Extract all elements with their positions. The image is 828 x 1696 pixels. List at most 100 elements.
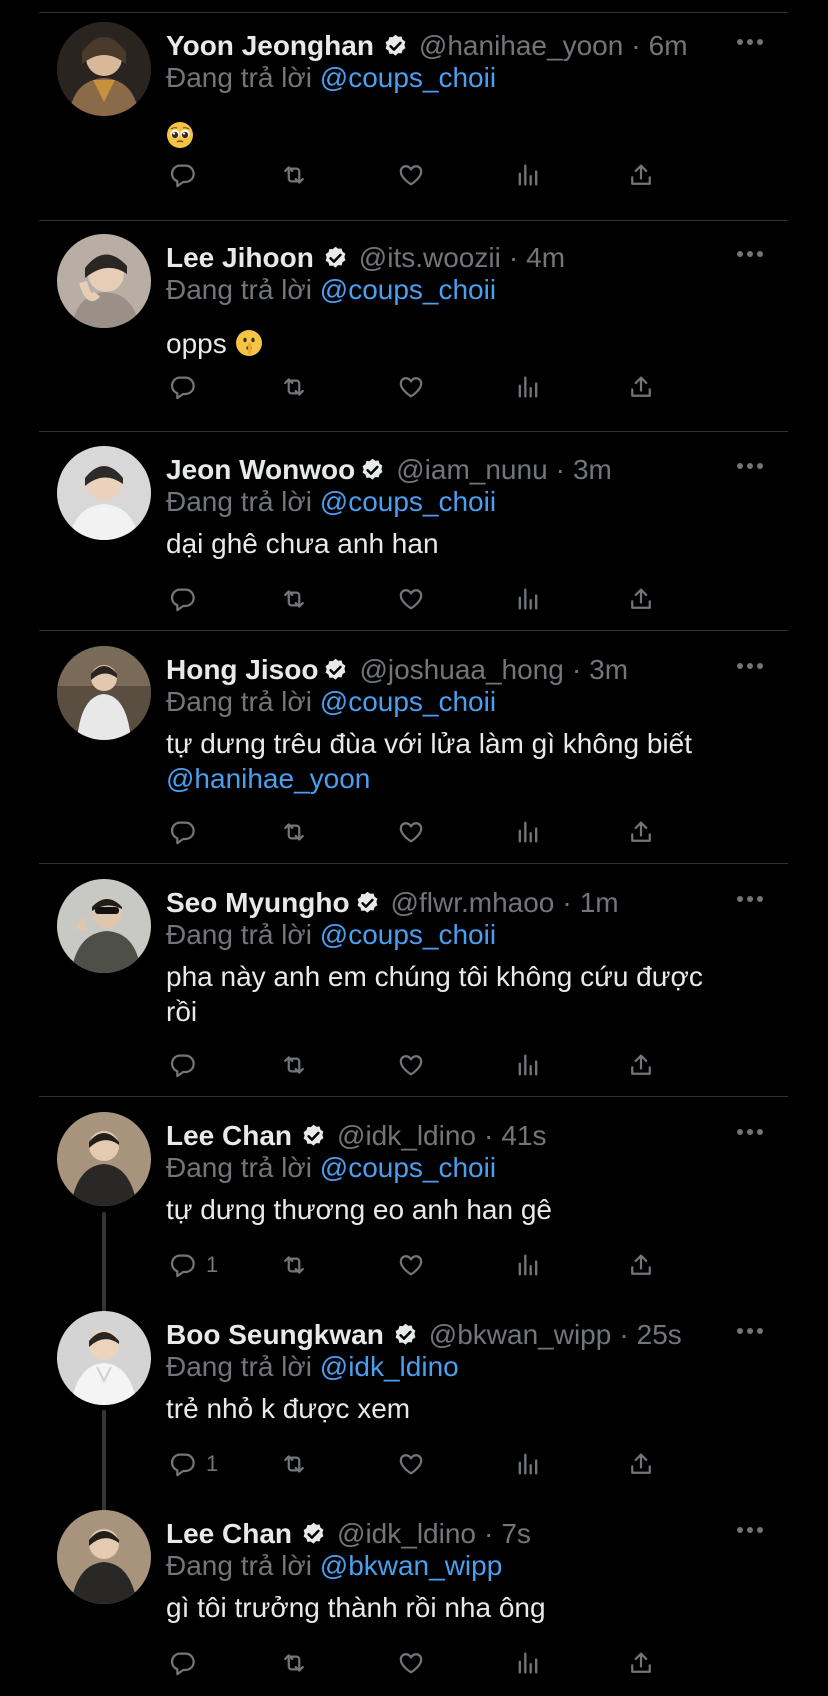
more-horizontal-icon[interactable] bbox=[736, 250, 764, 258]
replying-to-label: Đang trả lời bbox=[166, 274, 312, 305]
avatar[interactable] bbox=[57, 646, 151, 740]
user-handle[interactable]: @hanihae_yoon bbox=[419, 30, 623, 62]
share-button[interactable] bbox=[627, 1647, 655, 1679]
display-name[interactable]: Lee Chan bbox=[166, 1518, 292, 1550]
share-button[interactable] bbox=[627, 371, 655, 403]
retweet-button[interactable] bbox=[280, 816, 308, 848]
avatar[interactable] bbox=[57, 1510, 151, 1604]
more-horizontal-icon[interactable] bbox=[736, 895, 764, 903]
user-handle[interactable]: @bkwan_wipp bbox=[429, 1319, 612, 1351]
timestamp[interactable]: 6m bbox=[649, 30, 688, 62]
retweet-button[interactable] bbox=[280, 159, 308, 191]
retweet-button[interactable] bbox=[280, 1049, 308, 1081]
avatar[interactable] bbox=[57, 1311, 151, 1405]
replying-to-mention[interactable]: @coups_choii bbox=[320, 686, 496, 717]
retweet-button[interactable] bbox=[280, 371, 308, 403]
replying-to-label: Đang trả lời bbox=[166, 919, 312, 950]
display-name[interactable]: Jeon Wonwoo bbox=[166, 454, 355, 486]
avatar[interactable] bbox=[57, 1112, 151, 1206]
retweet-icon bbox=[284, 823, 304, 841]
views-button[interactable] bbox=[514, 1448, 542, 1480]
reply-button[interactable] bbox=[168, 1049, 196, 1081]
like-button[interactable] bbox=[397, 1249, 425, 1281]
timestamp[interactable]: 25s bbox=[637, 1319, 682, 1351]
thread-connector bbox=[102, 1212, 106, 1316]
like-button[interactable] bbox=[397, 371, 425, 403]
share-button[interactable] bbox=[627, 1249, 655, 1281]
replying-to-label: Đang trả lời bbox=[166, 1550, 312, 1581]
share-button[interactable] bbox=[627, 1448, 655, 1480]
display-name[interactable]: Boo Seungkwan bbox=[166, 1319, 384, 1351]
views-button[interactable] bbox=[514, 583, 542, 615]
views-button[interactable] bbox=[514, 1249, 542, 1281]
replying-to-mention[interactable]: @coups_choii bbox=[320, 274, 496, 305]
user-handle[interactable]: @idk_ldino bbox=[337, 1518, 476, 1550]
user-handle[interactable]: @iam_nunu bbox=[396, 454, 547, 486]
share-button[interactable] bbox=[627, 583, 655, 615]
display-name[interactable]: Seo Myungho bbox=[166, 887, 350, 919]
separator bbox=[39, 220, 788, 221]
like-button[interactable] bbox=[397, 816, 425, 848]
more-horizontal-icon[interactable] bbox=[736, 38, 764, 46]
display-name[interactable]: Lee Chan bbox=[166, 1120, 292, 1152]
reply-button[interactable]: 1 bbox=[168, 1448, 218, 1480]
share-button[interactable] bbox=[627, 1049, 655, 1081]
more-horizontal-icon[interactable] bbox=[736, 1128, 764, 1136]
like-button[interactable] bbox=[397, 1049, 425, 1081]
replying-to-label: Đang trả lời bbox=[166, 686, 312, 717]
like-button[interactable] bbox=[397, 159, 425, 191]
views-button[interactable] bbox=[514, 816, 542, 848]
like-button[interactable] bbox=[397, 1448, 425, 1480]
separator bbox=[39, 630, 788, 631]
display-name[interactable]: Yoon Jeonghan bbox=[166, 30, 374, 62]
timestamp[interactable]: 7s bbox=[501, 1518, 531, 1550]
share-button[interactable] bbox=[627, 159, 655, 191]
user-handle[interactable]: @idk_ldino bbox=[337, 1120, 476, 1152]
reply-button[interactable] bbox=[168, 159, 196, 191]
reply-button[interactable] bbox=[168, 1647, 196, 1679]
views-button[interactable] bbox=[514, 159, 542, 191]
reply-button[interactable] bbox=[168, 371, 196, 403]
views-button[interactable] bbox=[514, 371, 542, 403]
replying-to-mention[interactable]: @coups_choii bbox=[320, 486, 496, 517]
timestamp[interactable]: 4m bbox=[526, 242, 565, 274]
user-handle[interactable]: @flwr.mhaoo bbox=[391, 887, 555, 919]
reply-button[interactable] bbox=[168, 816, 196, 848]
views-button[interactable] bbox=[514, 1049, 542, 1081]
avatar[interactable] bbox=[57, 22, 151, 116]
retweet-button[interactable] bbox=[280, 1647, 308, 1679]
retweet-button[interactable] bbox=[280, 1249, 308, 1281]
like-button[interactable] bbox=[397, 1647, 425, 1679]
tweet-mention[interactable]: @hanihae_yoon bbox=[166, 763, 370, 794]
replying-to-mention[interactable]: @coups_choii bbox=[320, 62, 496, 93]
like-button[interactable] bbox=[397, 583, 425, 615]
reply-button[interactable] bbox=[168, 583, 196, 615]
reply-button[interactable]: 1 bbox=[168, 1249, 218, 1281]
separator bbox=[39, 863, 788, 864]
timestamp[interactable]: 1m bbox=[580, 887, 619, 919]
display-name[interactable]: Lee Jihoon bbox=[166, 242, 314, 274]
avatar[interactable] bbox=[57, 879, 151, 973]
timestamp[interactable]: 41s bbox=[501, 1120, 546, 1152]
display-name[interactable]: Hong Jisoo bbox=[166, 654, 318, 686]
replying-to-mention[interactable]: @bkwan_wipp bbox=[320, 1550, 503, 1581]
replying-to-mention[interactable]: @coups_choii bbox=[320, 919, 496, 950]
more-horizontal-icon[interactable] bbox=[736, 662, 764, 670]
views-button[interactable] bbox=[514, 1647, 542, 1679]
user-handle[interactable]: @its.woozii bbox=[359, 242, 501, 274]
more-horizontal-icon[interactable] bbox=[736, 1526, 764, 1534]
avatar[interactable] bbox=[57, 446, 151, 540]
user-handle[interactable]: @joshuaa_hong bbox=[359, 654, 563, 686]
replying-to-mention[interactable]: @idk_ldino bbox=[320, 1351, 459, 1382]
replying-to-mention[interactable]: @coups_choii bbox=[320, 1152, 496, 1183]
share-button[interactable] bbox=[627, 816, 655, 848]
timestamp[interactable]: 3m bbox=[573, 454, 612, 486]
avatar[interactable] bbox=[57, 234, 151, 328]
retweet-button[interactable] bbox=[280, 1448, 308, 1480]
more-horizontal-icon[interactable] bbox=[736, 462, 764, 470]
timestamp[interactable]: 3m bbox=[589, 654, 628, 686]
more-horizontal-icon[interactable] bbox=[736, 1327, 764, 1335]
retweet-button[interactable] bbox=[280, 583, 308, 615]
replying-to: Đang trả lời @coups_choii bbox=[166, 1152, 496, 1184]
verified-badge-icon bbox=[322, 245, 349, 272]
